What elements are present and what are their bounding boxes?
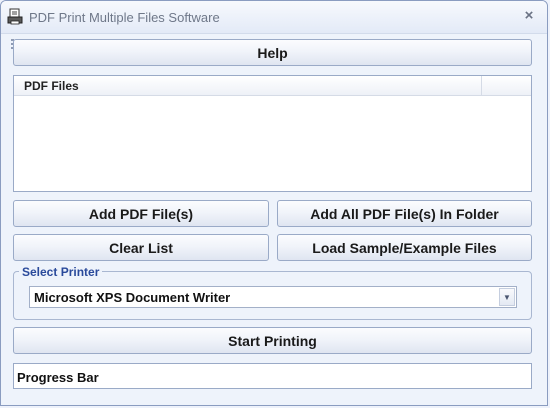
list-header: PDF Files [14, 76, 531, 96]
app-window: PDF Print Multiple Files Software × Help… [0, 0, 548, 406]
dropdown-arrow-icon[interactable]: ▼ [499, 288, 515, 306]
printer-select[interactable]: Microsoft XPS Document Writer ▼ [29, 286, 517, 308]
window-title: PDF Print Multiple Files Software [29, 10, 220, 25]
printer-selected-value: Microsoft XPS Document Writer [34, 290, 231, 305]
progress-bar: Progress Bar [13, 363, 532, 389]
title-bar[interactable]: PDF Print Multiple Files Software × [1, 1, 547, 34]
add-folder-button[interactable]: Add All PDF File(s) In Folder [277, 200, 532, 227]
progress-label: Progress Bar [17, 370, 99, 385]
start-printing-button[interactable]: Start Printing [13, 327, 532, 354]
help-button[interactable]: Help [13, 39, 532, 66]
close-button[interactable]: × [521, 7, 537, 25]
load-sample-button[interactable]: Load Sample/Example Files [277, 234, 532, 261]
pdf-files-list[interactable]: PDF Files [13, 75, 532, 192]
clear-list-button[interactable]: Clear List [13, 234, 269, 261]
column-header-pdf-files[interactable]: PDF Files [14, 76, 482, 95]
select-printer-label: Select Printer [19, 265, 103, 279]
printer-document-icon [7, 8, 23, 25]
add-pdf-files-button[interactable]: Add PDF File(s) [13, 200, 269, 227]
